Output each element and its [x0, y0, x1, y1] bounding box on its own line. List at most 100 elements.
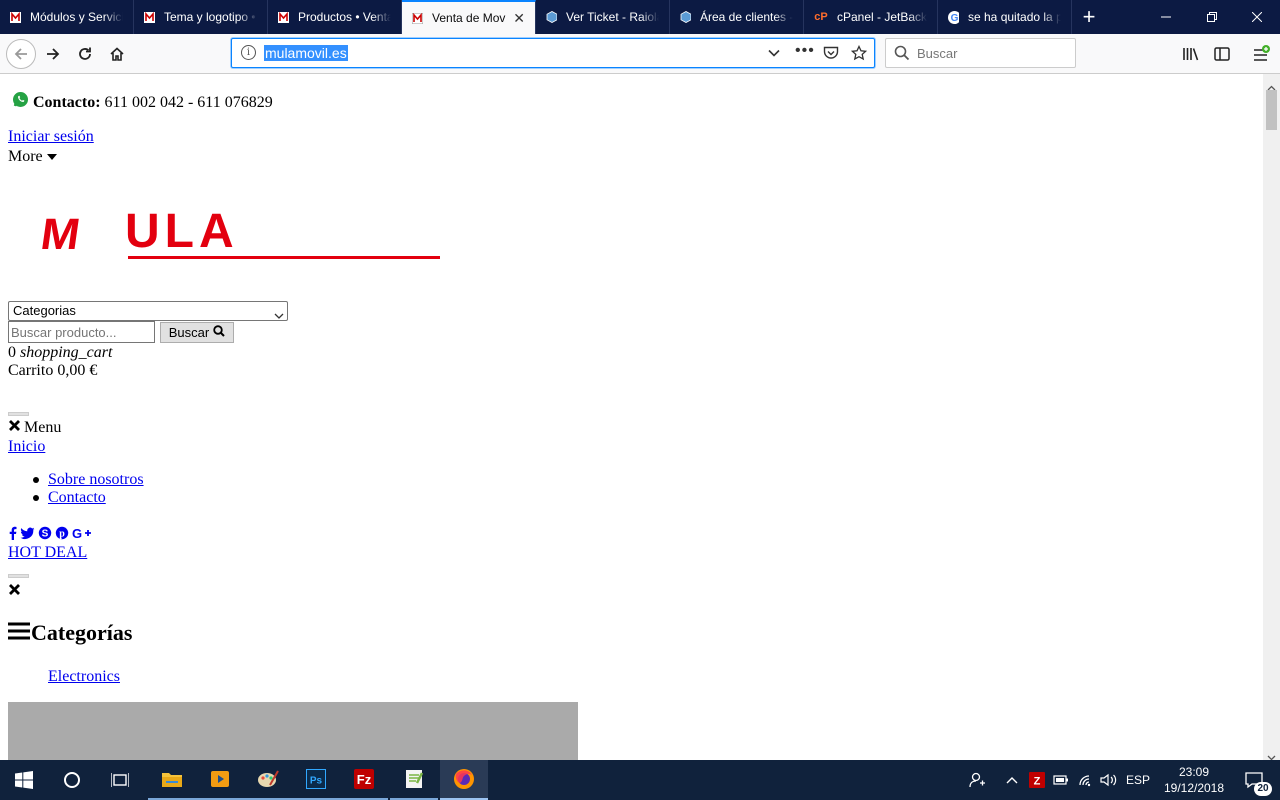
task-view-icon[interactable] [96, 760, 144, 800]
cart-count: 0 [8, 344, 16, 361]
reload-icon[interactable] [71, 40, 99, 68]
tab-ver-ticket[interactable]: Ver Ticket - Raiola [536, 0, 670, 34]
sidebar-icon[interactable] [1208, 40, 1236, 68]
pocket-icon[interactable] [823, 46, 839, 65]
url-text[interactable]: mulamovil.es [264, 45, 348, 61]
bookmark-star-icon[interactable] [850, 44, 868, 66]
tab-modulos[interactable]: Módulos y Servicios [0, 0, 134, 34]
windows-start-icon[interactable] [0, 760, 48, 800]
nav-link-contacto[interactable]: Contacto [48, 489, 106, 507]
tab-title: Área de clientes - Raiola [700, 10, 793, 24]
tab-venta-active[interactable]: Venta de Mov ✕ [402, 0, 536, 34]
language-indicator[interactable]: ESP [1124, 760, 1152, 800]
library-icon[interactable] [1177, 40, 1205, 68]
home-link[interactable]: Inicio [8, 438, 45, 456]
tab-cpanel[interactable]: cP cPanel - JetBackup [804, 0, 938, 34]
twitter-icon[interactable] [20, 526, 35, 545]
svg-text:Z: Z [1034, 776, 1041, 788]
logo-letter: M [37, 210, 84, 259]
category-item-electronics[interactable]: Electronics [48, 668, 120, 686]
media-player-icon[interactable] [196, 760, 244, 800]
menu-header[interactable]: Menu [8, 419, 61, 437]
mula-favicon-icon [10, 11, 21, 23]
shopping-cart-icon: shopping_cart [20, 344, 113, 361]
home-icon[interactable] [103, 40, 131, 68]
tab-title: Ver Ticket - Raiola [566, 10, 659, 24]
clock-time: 23:09 [1178, 765, 1210, 779]
file-explorer-icon[interactable] [148, 760, 196, 800]
mula-favicon-icon [144, 11, 155, 23]
volume-icon[interactable] [1098, 760, 1120, 800]
bars-icon [8, 621, 30, 646]
mula-favicon-icon [278, 11, 289, 23]
product-search-input[interactable] [8, 321, 155, 343]
url-bar[interactable]: i mulamovil.es ••• [231, 38, 875, 68]
nav-link-sobre-nosotros[interactable]: Sobre nosotros [48, 471, 144, 489]
chevron-up-icon[interactable] [1002, 760, 1022, 800]
notification-count: 20 [1254, 782, 1272, 796]
page-actions-icon[interactable]: ••• [795, 42, 815, 60]
more-label: More [8, 148, 43, 165]
cart-link[interactable]: 0 shopping_cart [8, 344, 112, 362]
close-tab-icon[interactable]: ✕ [513, 10, 525, 27]
restore-icon[interactable] [1189, 0, 1235, 34]
svg-text:Ps: Ps [310, 776, 323, 787]
search-placeholder: Buscar [917, 46, 958, 61]
cube-favicon-icon [680, 11, 691, 23]
tab-google[interactable]: G se ha quitado la p [938, 0, 1072, 34]
forward-icon[interactable] [39, 40, 67, 68]
contact-label: Contacto: [33, 94, 101, 111]
filezilla-icon[interactable]: Fz [340, 760, 388, 800]
facebook-icon[interactable] [8, 526, 17, 545]
google-plus-icon[interactable]: G [72, 526, 92, 545]
category-select[interactable]: Categorias [8, 301, 288, 321]
back-icon[interactable] [6, 39, 36, 69]
new-tab-icon[interactable]: + [1072, 0, 1106, 34]
photoshop-icon[interactable]: Ps [292, 760, 340, 800]
site-info-icon[interactable]: i [241, 45, 256, 60]
people-icon[interactable] [964, 760, 990, 800]
close-icon[interactable] [8, 583, 21, 601]
search-button[interactable]: Buscar [160, 322, 234, 343]
paint-icon[interactable] [244, 760, 292, 800]
categories-toggle-button[interactable] [8, 574, 29, 578]
bullet-icon [33, 495, 39, 501]
chevron-down-icon[interactable] [767, 46, 781, 65]
tab-area-clientes[interactable]: Área de clientes - Raiola [670, 0, 804, 34]
login-link[interactable]: Iniciar sesión [8, 128, 94, 146]
tab-tema[interactable]: Tema y logotipo • Venta [134, 0, 268, 34]
page-content: Contacto: 611 002 042 - 611 076829 Inici… [0, 74, 1263, 760]
close-icon[interactable] [8, 419, 21, 437]
cart-label: Carrito [8, 362, 54, 379]
hamburger-menu-icon[interactable] [1247, 40, 1275, 68]
categories-heading[interactable]: Categorías [8, 620, 132, 646]
list-item: Contacto [33, 489, 144, 507]
close-window-icon[interactable] [1234, 0, 1280, 34]
clock[interactable]: 23:09 19/12/2018 [1158, 760, 1230, 800]
cortana-search-icon[interactable] [48, 760, 96, 800]
vertical-scrollbar[interactable] [1263, 74, 1280, 761]
skype-icon[interactable]: S [38, 526, 52, 545]
hot-deal-link[interactable]: HOT DEAL [8, 544, 87, 562]
site-logo[interactable]: M ULA [37, 204, 445, 264]
tab-productos[interactable]: Productos • Venta de [268, 0, 402, 34]
pinterest-icon[interactable]: p [55, 526, 69, 545]
wifi-icon[interactable] [1075, 760, 1097, 800]
battery-icon[interactable] [1050, 760, 1072, 800]
category-select-value: Categorias [13, 303, 76, 318]
banner-placeholder [8, 702, 578, 760]
more-dropdown[interactable]: More [8, 148, 57, 166]
minimize-icon[interactable] [1143, 0, 1189, 34]
action-center-icon[interactable]: 20 [1234, 760, 1274, 800]
list-item: Sobre nosotros [33, 471, 144, 489]
scrollbar-thumb[interactable] [1266, 90, 1277, 130]
search-field[interactable]: Buscar [885, 38, 1076, 68]
menu-toggle-button[interactable] [8, 412, 29, 416]
whatsapp-icon [12, 91, 29, 113]
firefox-icon[interactable] [440, 760, 488, 800]
svg-text:G: G [951, 13, 959, 24]
notepad-plus-icon[interactable] [390, 760, 438, 800]
filezilla-tray-icon[interactable]: Z [1026, 760, 1048, 800]
contact-phones: 611 002 042 - 611 076829 [104, 94, 273, 111]
cart-summary[interactable]: Carrito 0,00 € [8, 362, 97, 380]
